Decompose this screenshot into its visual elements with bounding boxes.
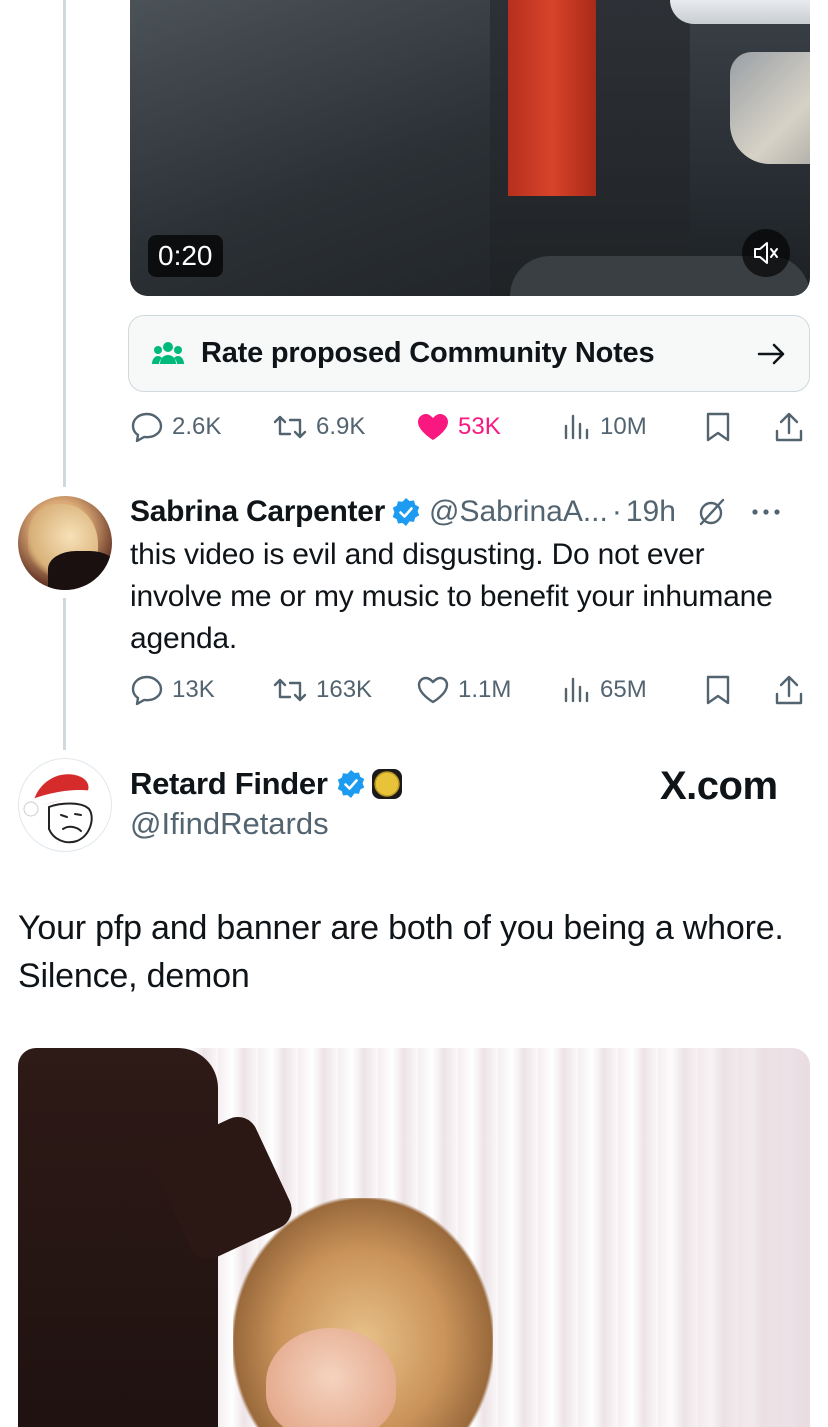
x-com-watermark: X.com [660, 764, 778, 808]
tweet-action-bar: 2.6K 6.9K 53K 10M [130, 407, 810, 447]
more-options-icon[interactable] [750, 507, 782, 517]
image-curtain-shadow [658, 1048, 810, 1427]
display-name[interactable]: Sabrina Carpenter [130, 495, 385, 529]
tweet-text: Your pfp and banner are both of you bein… [18, 909, 784, 995]
repost-button[interactable]: 163K [272, 670, 372, 710]
like-count: 1.1M [458, 676, 512, 703]
bookmark-icon [706, 412, 730, 442]
reply-count: 13K [172, 676, 215, 703]
share-icon [775, 412, 803, 442]
reply-count: 2.6K [172, 413, 222, 440]
reply-button[interactable]: 13K [130, 670, 215, 710]
avatar-body [48, 551, 112, 590]
heart-icon [417, 676, 449, 704]
gold-badge-icon [371, 769, 402, 799]
repost-icon [273, 678, 307, 702]
image-face [266, 1328, 396, 1427]
repost-button[interactable]: 6.9K [272, 407, 365, 447]
views-button[interactable]: 65M [562, 670, 647, 710]
repost-icon [273, 415, 307, 439]
santa-wojak-avatar [23, 774, 94, 844]
avatar[interactable] [18, 758, 112, 852]
tweet-header: Sabrina Carpenter @SabrinaA... · 19h [130, 492, 820, 532]
video-frame-headlight [730, 52, 810, 164]
arrow-right-icon [757, 343, 785, 364]
thread-line [63, 0, 66, 487]
tweet-text: this video is evil and disgusting. Do no… [130, 538, 773, 655]
share-icon [775, 675, 803, 705]
mute-button[interactable] [742, 229, 790, 277]
views-count: 65M [600, 676, 647, 703]
bookmark-button[interactable] [704, 407, 732, 447]
video-frame-white-car [670, 0, 810, 24]
reply-icon [131, 412, 163, 443]
verified-badge-icon [392, 498, 420, 526]
speaker-muted-icon [754, 242, 778, 264]
share-button[interactable] [774, 670, 804, 710]
replies-limited-icon [699, 498, 725, 526]
views-button[interactable]: 10M [562, 407, 647, 447]
repost-count: 163K [316, 676, 373, 703]
like-button[interactable]: 53K [416, 407, 501, 447]
views-count: 10M [600, 413, 647, 440]
heart-filled-icon [418, 414, 448, 440]
video-duration: 0:20 [148, 235, 223, 277]
like-count: 53K [458, 413, 501, 440]
user-handle[interactable]: @SabrinaA... [429, 495, 608, 529]
verified-badge-icon [337, 770, 364, 798]
reply-button[interactable]: 2.6K [130, 407, 221, 447]
avatar[interactable] [18, 496, 112, 590]
display-name-row: Retard Finder [130, 766, 404, 802]
people-icon [152, 341, 184, 364]
display-name[interactable]: Retard Finder [130, 766, 328, 802]
reply-icon [131, 675, 163, 706]
tweet-action-bar: 13K 163K 1.1M 65M [130, 670, 810, 710]
views-icon [564, 677, 589, 703]
share-button[interactable] [774, 407, 804, 447]
tweet-time[interactable]: 19h [626, 495, 676, 529]
thread-line [63, 598, 66, 750]
user-handle[interactable]: @IfindRetards [130, 806, 329, 842]
bookmark-icon [706, 675, 730, 705]
video-player[interactable] [130, 0, 810, 296]
repost-count: 6.9K [316, 413, 366, 440]
bookmark-button[interactable] [704, 670, 732, 710]
views-icon [564, 414, 589, 440]
community-notes-label: Rate proposed Community Notes [201, 337, 655, 369]
like-button[interactable]: 1.1M [416, 670, 511, 710]
tweet-image[interactable] [18, 1048, 810, 1427]
rate-community-notes-button[interactable]: Rate proposed Community Notes [128, 315, 810, 392]
video-frame-red-cloth [508, 0, 596, 196]
separator-dot: · [611, 495, 622, 528]
